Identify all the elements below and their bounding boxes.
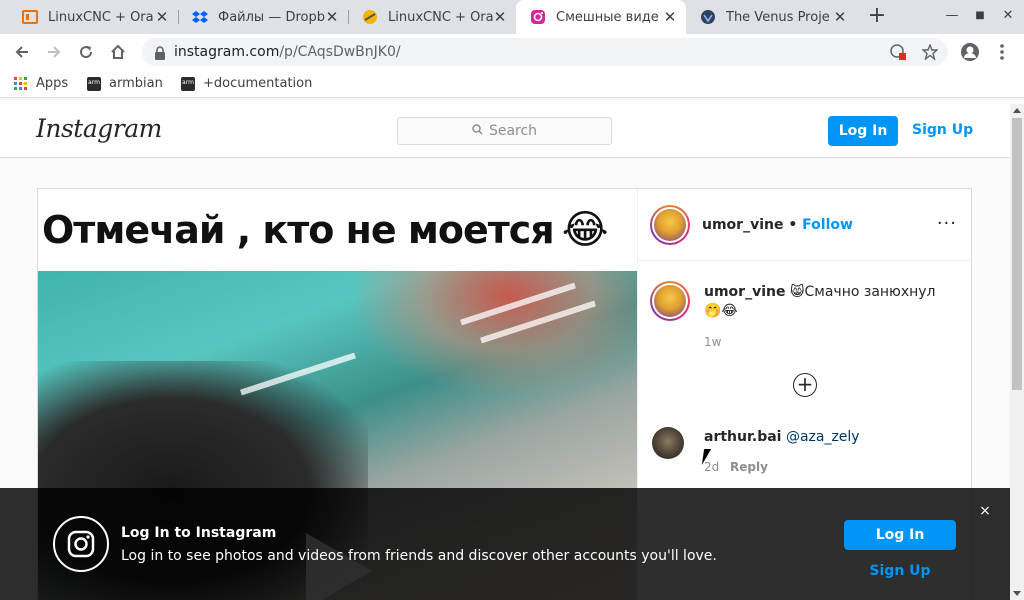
tab-title: The Venus Proje (726, 9, 830, 25)
tab-linuxcnc-1[interactable]: LinuxCNC + Ora ✕ (8, 0, 178, 34)
banner-subtitle: Log in to see photos and videos from fri… (121, 548, 717, 564)
avatar-image (654, 209, 686, 241)
caption-timestamp: 1w (704, 335, 722, 349)
search-input[interactable]: Search (397, 117, 612, 145)
page-scrollbar[interactable] (1010, 104, 1024, 600)
comment-mention[interactable]: @aza_zely (786, 429, 860, 445)
forward-arrow-icon[interactable] (42, 40, 66, 64)
video-caption: Отмечай , кто не моется 😂 (38, 189, 637, 271)
caption-author[interactable]: umor_vine (704, 284, 785, 300)
search-placeholder: Search (488, 123, 538, 139)
tab-dropbox[interactable]: Файлы — Dropb ✕ (178, 0, 348, 34)
orange-box-icon (22, 9, 38, 25)
post-header: umor_vine • Follow ··· (638, 189, 973, 261)
avatar[interactable] (650, 205, 690, 245)
author-username[interactable]: umor_vine (702, 217, 783, 233)
tab-venus[interactable]: The Venus Proje ✕ (686, 0, 856, 34)
linuxcnc-icon (362, 9, 378, 25)
instagram-logo[interactable]: Instagram (36, 114, 162, 143)
instagram-header: Instagram Search Log In Sign Up (0, 104, 1010, 158)
new-tab-button[interactable]: + (866, 5, 888, 27)
laughing-emoji: 😂 (561, 207, 609, 253)
blocked-content-icon[interactable] (890, 44, 906, 60)
tab-title: Файлы — Dropb (218, 9, 325, 25)
login-button[interactable]: Log In (828, 116, 898, 146)
url-text: instagram.com/p/CAqsDwBnJK0/ (174, 44, 401, 60)
apps-grid-icon (14, 76, 28, 91)
bookmark-documentation[interactable]: arm +documentation (181, 76, 312, 91)
scroll-down-icon[interactable] (1013, 591, 1021, 596)
profile-avatar-icon[interactable] (958, 40, 982, 64)
armbian-icon: arm (181, 76, 195, 91)
browser-tab-strip: LinuxCNC + Ora ✕ Файлы — Dropb ✕ LinuxCN… (0, 0, 1024, 34)
bookmark-label: +documentation (203, 76, 313, 91)
scrollbar-thumb[interactable] (1012, 118, 1022, 390)
minimize-icon[interactable]: — (944, 8, 960, 24)
url-path: /p/CAqsDwBnJK0/ (279, 44, 401, 60)
maximize-icon[interactable]: ■ (972, 8, 988, 24)
avatar[interactable] (650, 281, 690, 321)
tab-instagram-active[interactable]: Смешные виде ✕ (516, 0, 686, 34)
reload-icon[interactable] (74, 40, 98, 64)
instagram-icon (53, 516, 109, 572)
tab-title: LinuxCNC + Ora (48, 9, 154, 25)
close-icon[interactable]: × (978, 504, 992, 518)
home-icon[interactable] (106, 40, 130, 64)
follow-button[interactable]: Follow (802, 217, 853, 233)
video-caption-text: Отмечай , кто не моется (42, 208, 555, 252)
tab-title: LinuxCNC + Ora (388, 9, 494, 25)
reply-button[interactable]: Reply (730, 460, 768, 474)
more-options-icon[interactable]: ··· (937, 213, 957, 234)
address-bar[interactable]: instagram.com/p/CAqsDwBnJK0/ (142, 38, 948, 66)
close-tab-icon[interactable]: ✕ (324, 9, 340, 25)
login-banner: Log In to Instagram Log in to see photos… (0, 488, 1010, 600)
close-tab-icon[interactable]: ✕ (832, 9, 848, 25)
instagram-icon (530, 9, 546, 25)
comment: arthur.bai @aza_zely (704, 429, 860, 445)
post-author: umor_vine • Follow (702, 217, 853, 233)
tab-title: Смешные виде (556, 9, 659, 25)
scroll-up-icon[interactable] (1013, 108, 1021, 113)
close-tab-icon[interactable]: ✕ (492, 9, 508, 25)
load-more-comments-button[interactable]: + (793, 373, 817, 397)
banner-title: Log In to Instagram (121, 525, 277, 541)
bookmark-label: Apps (36, 76, 69, 91)
banner-signup-link[interactable]: Sign Up (844, 563, 956, 579)
armbian-icon: arm (87, 76, 101, 91)
bookmark-label: armbian (109, 76, 163, 91)
dropbox-icon (192, 9, 208, 25)
url-host: instagram.com (174, 44, 280, 60)
avatar[interactable] (652, 427, 684, 459)
comment-author[interactable]: arthur.bai (704, 429, 781, 445)
kebab-menu-icon[interactable] (990, 40, 1014, 64)
back-arrow-icon[interactable] (10, 40, 34, 64)
author-separator: • (783, 217, 803, 233)
browser-toolbar: instagram.com/p/CAqsDwBnJK0/ (0, 34, 1024, 70)
star-bookmark-icon[interactable] (921, 43, 939, 61)
bookmark-armbian[interactable]: arm armbian (87, 76, 163, 91)
bookmarks-bar: Apps arm armbian arm +documentation (0, 70, 1024, 98)
tab-linuxcnc-2[interactable]: LinuxCNC + Ora ✕ (348, 0, 516, 34)
lock-icon (154, 45, 166, 64)
close-window-icon[interactable]: ✕ (1000, 8, 1016, 24)
post-caption: umor_vine 😸Смачно занюхнул 🤭😂 (704, 283, 954, 321)
avatar-image (654, 285, 686, 317)
signup-link[interactable]: Sign Up (912, 122, 973, 138)
close-tab-icon[interactable]: ✕ (154, 9, 170, 25)
close-tab-icon[interactable]: ✕ (662, 9, 678, 25)
bookmark-apps[interactable]: Apps (14, 76, 68, 91)
banner-login-button[interactable]: Log In (844, 520, 956, 550)
search-icon (472, 124, 483, 138)
venus-icon (700, 9, 716, 25)
